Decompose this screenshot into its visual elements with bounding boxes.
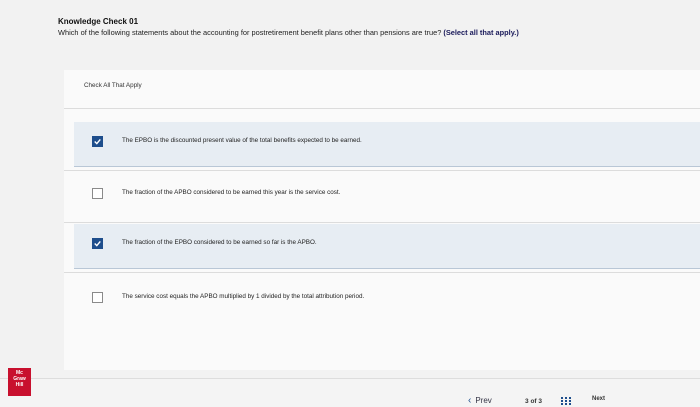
- divider: [64, 222, 700, 223]
- chevron-left-icon: ‹: [468, 394, 472, 406]
- grid-icon[interactable]: [561, 397, 571, 405]
- divider: [64, 108, 700, 109]
- option-label-3: The fraction of the EPBO considered to b…: [122, 239, 317, 246]
- checkbox-3[interactable]: [92, 238, 103, 249]
- page-of: of: [530, 398, 537, 405]
- question-text: Which of the following statements about …: [58, 27, 688, 38]
- logo-line-3: Hill: [15, 382, 24, 388]
- page-total: 3: [538, 398, 543, 405]
- divider: [64, 170, 700, 171]
- instruction-label: Check All That Apply: [84, 82, 142, 89]
- page-indicator: 3 of 3: [525, 398, 542, 405]
- footer-nav: ‹ Prev 3 of 3 Next: [0, 378, 700, 407]
- checkmark-icon: [94, 240, 101, 247]
- checkbox-4[interactable]: [92, 292, 103, 303]
- mcgraw-hill-logo: Mc Graw Hill: [8, 368, 31, 396]
- option-3[interactable]: The fraction of the EPBO considered to b…: [74, 224, 700, 269]
- prev-button[interactable]: ‹ Prev: [468, 393, 518, 407]
- question-emphasis: (Select all that apply.): [443, 28, 519, 37]
- page: Knowledge Check 01 Which of the followin…: [0, 0, 700, 407]
- checkbox-1[interactable]: [92, 136, 103, 147]
- checkbox-2[interactable]: [92, 188, 103, 199]
- next-button[interactable]: Next: [592, 396, 605, 402]
- prev-label: Prev: [475, 395, 492, 405]
- option-1[interactable]: The EPBO is the discounted present value…: [74, 122, 700, 167]
- page-title: Knowledge Check 01: [58, 17, 139, 26]
- option-label-2: The fraction of the APBO considered to b…: [122, 189, 341, 196]
- page-current: 3: [525, 398, 529, 405]
- option-4[interactable]: The service cost equals the APBO multipl…: [74, 278, 700, 322]
- option-label-1: The EPBO is the discounted present value…: [122, 137, 362, 144]
- answer-panel: Check All That Apply The EPBO is the dis…: [64, 70, 700, 370]
- question-body: Which of the following statements about …: [58, 28, 442, 37]
- option-label-4: The service cost equals the APBO multipl…: [122, 293, 365, 300]
- question-header: Knowledge Check 01 Which of the followin…: [58, 16, 688, 38]
- divider: [64, 272, 700, 273]
- checkmark-icon: [94, 138, 101, 145]
- option-2[interactable]: The fraction of the APBO considered to b…: [74, 174, 700, 218]
